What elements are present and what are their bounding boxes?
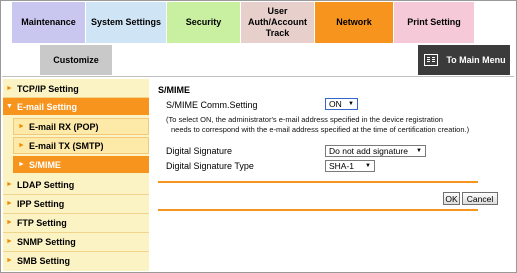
digital-signature-label: Digital Signature [166, 146, 233, 156]
sidebar-item-label: SMB Setting [16, 255, 70, 266]
chevron-down-icon: ▼ [416, 148, 422, 154]
chevron-down-icon: ▼ [348, 101, 354, 107]
tab-security[interactable]: Security [167, 2, 241, 43]
digital-signature-select[interactable]: Do not add signature ▼ [325, 145, 426, 157]
arrow-right-icon: ► [18, 142, 25, 149]
sidebar-item-label: FTP Setting [16, 217, 67, 228]
tab-system-settings[interactable]: System Settings [86, 2, 167, 43]
note-line: needs to correspond with the e-mail addr… [171, 125, 470, 134]
page-title: S/MIME [158, 85, 191, 95]
sidebar-item-tcpip[interactable]: ► TCP/IP Setting [3, 80, 149, 97]
comm-setting-select[interactable]: ON ▼ [325, 98, 358, 110]
arrow-right-icon: ► [18, 123, 25, 130]
ok-button[interactable]: OK [443, 192, 460, 205]
sidebar-item-email-setting[interactable]: ▼ E-mail Setting [3, 98, 149, 115]
arrow-right-icon: ► [6, 219, 13, 226]
signature-type-label: Digital Signature Type [166, 161, 254, 171]
sidebar-item-label: IPP Setting [16, 198, 65, 209]
chevron-down-icon: ▼ [365, 163, 371, 169]
arrow-right-icon: ► [6, 181, 13, 188]
cancel-button[interactable]: Cancel [462, 192, 498, 205]
sidebar-item-snmp[interactable]: ► SNMP Setting [3, 233, 149, 250]
tab-maintenance[interactable]: Maintenance [12, 2, 86, 43]
sidebar-item-label: S/MIME [28, 159, 61, 170]
to-main-menu-button[interactable]: To Main Menu [418, 45, 510, 75]
signature-type-value: SHA-1 [329, 161, 355, 171]
sidebar-item-email-tx[interactable]: ► E-mail TX (SMTP) [13, 137, 149, 154]
tab-print-setting[interactable]: Print Setting [394, 2, 474, 43]
comm-setting-note: (To select ON, the administrator's e-mai… [166, 115, 486, 135]
to-main-menu-label: To Main Menu [446, 55, 506, 65]
sidebar-item-email-rx[interactable]: ► E-mail RX (POP) [13, 118, 149, 135]
arrow-right-icon: ► [6, 257, 13, 264]
arrow-right-icon: ► [6, 238, 13, 245]
sidebar-item-label: E-mail RX (POP) [28, 121, 99, 132]
comm-setting-label: S/MIME Comm.Setting [166, 100, 258, 110]
arrow-right-icon: ► [18, 161, 25, 168]
menu-list-icon [424, 54, 438, 66]
sidebar-item-label: E-mail TX (SMTP) [28, 140, 104, 151]
digital-signature-value: Do not add signature [329, 146, 408, 156]
section-divider [158, 209, 478, 211]
header-divider [2, 76, 514, 77]
tab-network[interactable]: Network [315, 2, 394, 43]
signature-type-select[interactable]: SHA-1 ▼ [325, 160, 375, 172]
sidebar-item-ftp[interactable]: ► FTP Setting [3, 214, 149, 231]
sidebar-item-ldap[interactable]: ► LDAP Setting [3, 176, 149, 193]
arrow-right-icon: ► [6, 200, 13, 207]
arrow-right-icon: ► [6, 85, 13, 92]
comm-setting-value: ON [329, 99, 342, 109]
section-divider [158, 181, 478, 183]
arrow-down-icon: ▼ [6, 103, 13, 110]
sidebar-item-label: SNMP Setting [16, 236, 76, 247]
sidebar-item-label: TCP/IP Setting [16, 83, 79, 94]
sidebar-item-label: E-mail Setting [16, 101, 77, 112]
sidebar-item-ipp[interactable]: ► IPP Setting [3, 195, 149, 212]
sidebar-item-label: LDAP Setting [16, 179, 75, 190]
sidebar-item-smime[interactable]: ► S/MIME [13, 156, 149, 173]
tab-user-auth[interactable]: User Auth/Account Track [241, 2, 315, 43]
sidebar-item-smb[interactable]: ► SMB Setting [3, 252, 149, 269]
note-line: (To select ON, the administrator's e-mai… [166, 115, 443, 124]
tab-customize[interactable]: Customize [40, 45, 113, 75]
